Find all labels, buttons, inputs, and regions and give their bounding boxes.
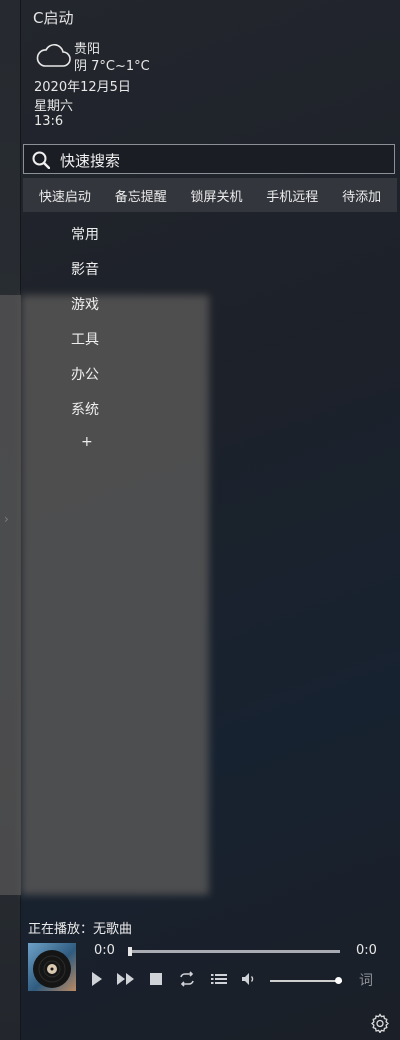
add-category-button[interactable]: + — [81, 434, 93, 450]
total-time: 0:0 — [356, 943, 377, 958]
now-playing-text: 正在播放：无歌曲 — [28, 922, 133, 937]
volume-slider[interactable] — [270, 980, 342, 982]
search-placeholder: 快速搜索 — [60, 152, 121, 170]
background-window-blur-edge — [0, 295, 21, 895]
play-icon[interactable] — [90, 970, 104, 988]
fast-forward-icon[interactable] — [116, 970, 136, 988]
category-item-tools[interactable]: 工具 — [71, 329, 99, 364]
volume-icon[interactable] — [240, 970, 258, 988]
category-item-games[interactable]: 游戏 — [71, 294, 99, 329]
phone-remote-button[interactable]: 手机远程 — [266, 186, 318, 205]
vinyl-record-icon — [33, 950, 71, 988]
cloud-icon — [36, 44, 71, 67]
category-item-office[interactable]: 办公 — [71, 364, 99, 399]
stop-icon[interactable] — [149, 970, 163, 988]
search-icon — [32, 151, 50, 169]
category-item-common[interactable]: 常用 — [71, 224, 99, 259]
album-cover — [28, 943, 76, 991]
lyrics-button[interactable]: 词 — [359, 970, 373, 990]
category-item-media[interactable]: 影音 — [71, 259, 99, 294]
main-panel: C启动 贵阳 阴 7°C~1°C 2020年12月5日 星期六 13:6 快速搜… — [0, 0, 400, 1040]
quick-toolbar: 快速启动 备忘提醒 锁屏关机 手机远程 待添加 — [23, 178, 397, 212]
background-window-blur — [21, 295, 209, 895]
progress-slider[interactable] — [128, 947, 340, 956]
progress-handle[interactable] — [128, 947, 132, 956]
elapsed-time: 0:0 — [94, 943, 115, 958]
volume-handle[interactable] — [335, 977, 342, 984]
weekday-text: 星期六 — [34, 99, 74, 114]
category-item-system[interactable]: 系统 — [71, 399, 99, 434]
date-text: 2020年12月5日 — [34, 80, 131, 95]
app-title: C启动 — [33, 9, 74, 27]
search-input[interactable]: 快速搜索 — [23, 144, 395, 174]
time-text: 13:6 — [34, 114, 64, 129]
category-list: 常用 影音 游戏 工具 办公 系统 — [71, 224, 99, 434]
repeat-icon[interactable] — [178, 970, 196, 988]
memo-reminder-button[interactable]: 备忘提醒 — [115, 186, 167, 205]
playlist-icon[interactable] — [210, 970, 228, 988]
quick-launch-button[interactable]: 快速启动 — [39, 186, 91, 205]
gear-icon[interactable] — [370, 1013, 390, 1033]
lock-shutdown-button[interactable]: 锁屏关机 — [190, 186, 242, 205]
weather-condition: 阴 7°C~1°C — [74, 59, 150, 74]
to-be-added-button[interactable]: 待添加 — [342, 186, 381, 205]
